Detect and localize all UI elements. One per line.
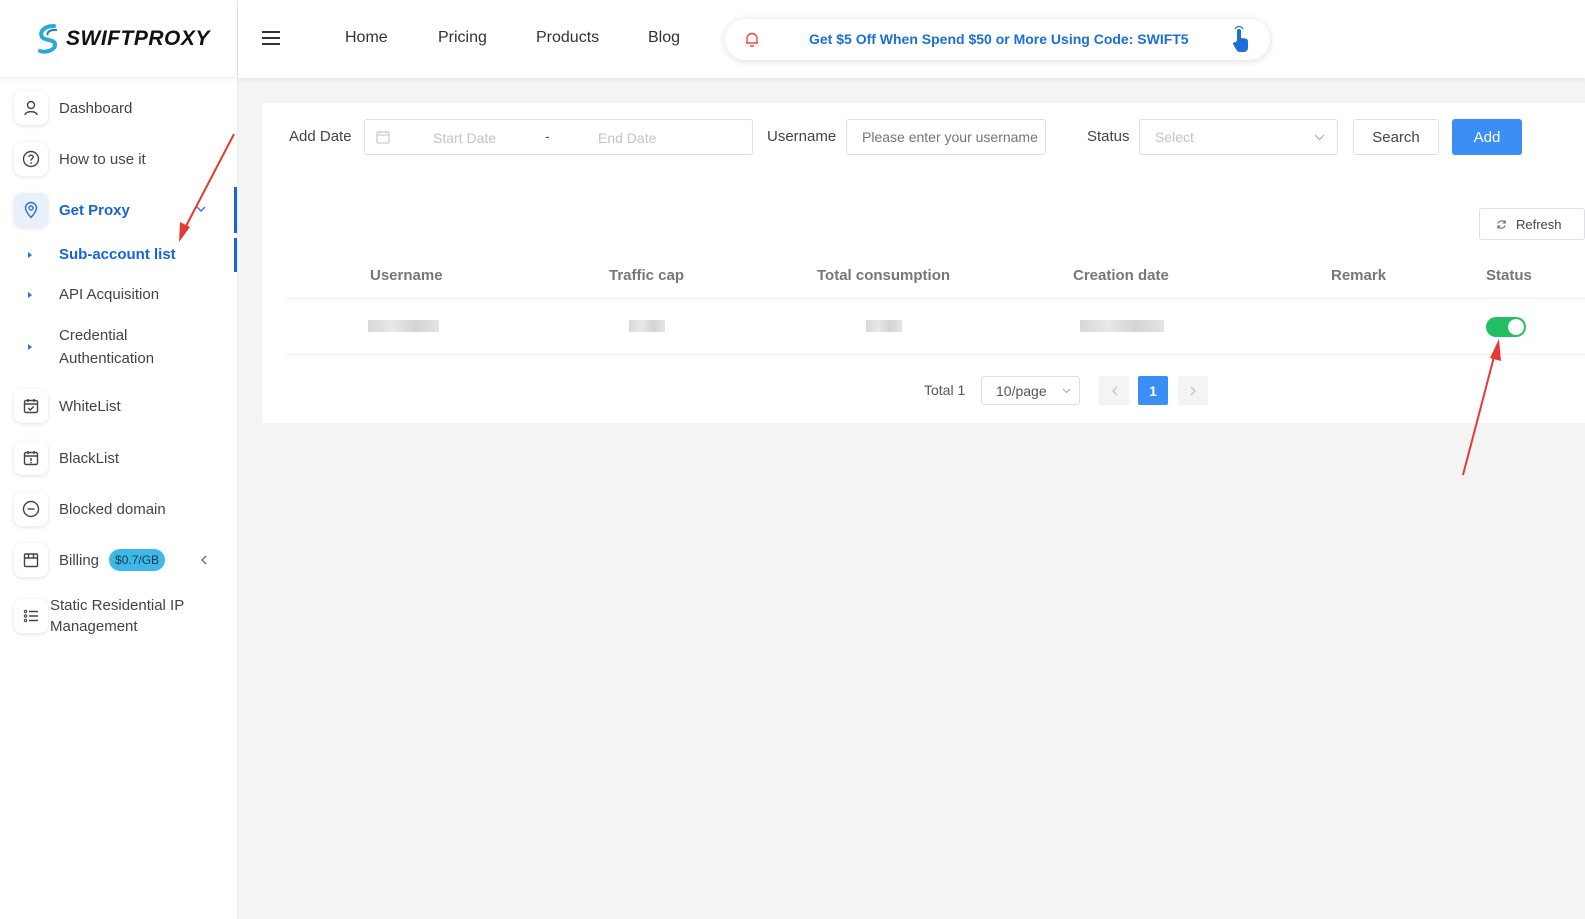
sidebar-item-dashboard[interactable]: Dashboard [14, 88, 132, 128]
sidebar-item-label: Billing [59, 551, 100, 569]
range-separator: - [545, 128, 550, 144]
hamburger-menu-icon[interactable] [262, 31, 280, 45]
chevron-down-icon [1062, 388, 1071, 394]
list-icon [14, 599, 48, 633]
search-button[interactable]: Search [1353, 119, 1439, 155]
table-divider [285, 298, 1585, 299]
promo-banner[interactable]: Get $5 Off When Spend $50 or More Using … [725, 19, 1270, 60]
prev-page-button[interactable] [1099, 376, 1129, 405]
column-header-status: Status [1486, 267, 1532, 284]
chevron-down-icon [196, 206, 206, 212]
sub-account-panel: Add Date Start Date - End Date Username … [262, 103, 1585, 423]
redacted-total-consumption [866, 320, 902, 332]
brand-logo[interactable]: SWIFTPROXY [0, 0, 237, 78]
promo-text: Get $5 Off When Spend $50 or More Using … [809, 31, 1189, 47]
start-date-input[interactable]: Start Date [433, 130, 496, 146]
toggle-knob [1508, 319, 1524, 335]
add-date-label: Add Date [289, 128, 352, 145]
add-button[interactable]: Add [1452, 119, 1522, 155]
nav-link-home[interactable]: Home [345, 29, 388, 47]
refresh-icon [1497, 219, 1506, 229]
nav-link-blog[interactable]: Blog [648, 29, 680, 47]
sidebar-item-label: Blocked domain [59, 500, 166, 518]
sidebar: SWIFTPROXY Dashboard How to use it Get P… [0, 0, 238, 919]
username-label: Username [767, 128, 837, 145]
top-header: Home Pricing Products Blog Get $5 Off Wh… [238, 0, 1585, 78]
sidebar-subitem-api-acquisition[interactable]: API Acquisition [28, 286, 159, 303]
chevron-left-icon [1111, 386, 1117, 395]
refresh-label: Refresh [1516, 216, 1562, 232]
status-toggle[interactable] [1486, 317, 1526, 337]
location-pin-icon [14, 193, 48, 227]
store-icon [14, 543, 48, 577]
sidebar-subitem-credential-authentication[interactable]: Credential Authentication [28, 324, 154, 370]
sidebar-subitem-label: API Acquisition [59, 286, 160, 303]
sidebar-item-label: WhiteList [59, 397, 121, 415]
redacted-creation-date [1080, 320, 1164, 332]
active-indicator [234, 187, 237, 233]
refresh-button[interactable]: Refresh [1479, 208, 1585, 240]
active-indicator [234, 238, 237, 272]
redacted-username [368, 320, 439, 332]
sidebar-item-static-residential-ip[interactable]: Static Residential IP Management [14, 594, 184, 638]
chevron-right-icon [1190, 386, 1196, 395]
label-line-1: Static Residential IP [50, 597, 185, 614]
sidebar-item-how-to-use[interactable]: How to use it [14, 139, 146, 179]
bullet-icon [28, 291, 32, 298]
page-size-select[interactable]: 10/page [981, 376, 1080, 405]
user-icon [14, 91, 48, 125]
table-divider [285, 354, 1585, 355]
sidebar-item-label: Get Proxy [59, 201, 130, 219]
column-header-creation-date: Creation date [1073, 267, 1169, 284]
sidebar-item-label: How to use it [59, 150, 146, 168]
column-header-remark: Remark [1331, 267, 1387, 284]
nav-link-products[interactable]: Products [536, 29, 599, 47]
page-button-current[interactable]: 1 [1138, 376, 1168, 405]
redacted-traffic-cap [629, 320, 665, 332]
column-header-total-consumption: Total consumption [817, 267, 951, 284]
bullet-icon [28, 344, 32, 350]
sidebar-item-whitelist[interactable]: WhiteList [14, 386, 121, 426]
pointing-hand-icon [1232, 26, 1249, 53]
column-header-traffic-cap: Traffic cap [609, 267, 685, 284]
label-line-1: Credential [59, 327, 128, 344]
nav-link-pricing[interactable]: Pricing [438, 29, 487, 47]
bullet-icon [28, 251, 32, 258]
next-page-button[interactable] [1178, 376, 1208, 405]
calendar-icon [376, 131, 390, 144]
label-line-2: Management [50, 618, 138, 635]
sidebar-item-blacklist[interactable]: BlackList [14, 438, 119, 478]
sidebar-subitem-label: Sub-account list [59, 246, 176, 263]
sidebar-item-label: BlackList [59, 449, 120, 467]
sidebar-subitem-label: Credential Authentication [59, 324, 154, 370]
sidebar-item-label: Dashboard [59, 99, 133, 117]
help-icon [14, 142, 48, 176]
price-badge: $0.7/GB [109, 549, 166, 571]
chevron-down-icon [1314, 134, 1325, 141]
bell-icon [746, 32, 758, 48]
date-range-picker[interactable]: Start Date - End Date [364, 119, 753, 155]
status-select[interactable]: Select [1139, 119, 1338, 155]
calendar-alert-icon [14, 441, 48, 475]
minus-circle-icon [14, 492, 48, 526]
end-date-input[interactable]: End Date [598, 130, 656, 146]
page-size-value: 10/page [996, 383, 1047, 399]
column-header-username: Username [370, 267, 443, 284]
status-label: Status [1087, 128, 1130, 145]
label-line-2: Authentication [59, 350, 155, 367]
brand-name: SWIFTPROXY [66, 26, 210, 50]
status-select-value: Select [1155, 129, 1194, 145]
swiftproxy-logo-icon [38, 23, 58, 54]
sidebar-item-get-proxy[interactable]: Get Proxy [14, 190, 214, 230]
username-input[interactable] [846, 119, 1046, 155]
sidebar-item-label: Static Residential IP Management [50, 595, 184, 637]
calendar-check-icon [14, 389, 48, 423]
sidebar-subitem-sub-account-list[interactable]: Sub-account list [28, 246, 176, 263]
pagination-total: Total 1 [924, 382, 966, 398]
sidebar-item-billing[interactable]: Billing $0.7/GB [14, 540, 224, 580]
chevron-left-icon [201, 555, 207, 565]
sidebar-item-blocked-domain[interactable]: Blocked domain [14, 489, 166, 529]
